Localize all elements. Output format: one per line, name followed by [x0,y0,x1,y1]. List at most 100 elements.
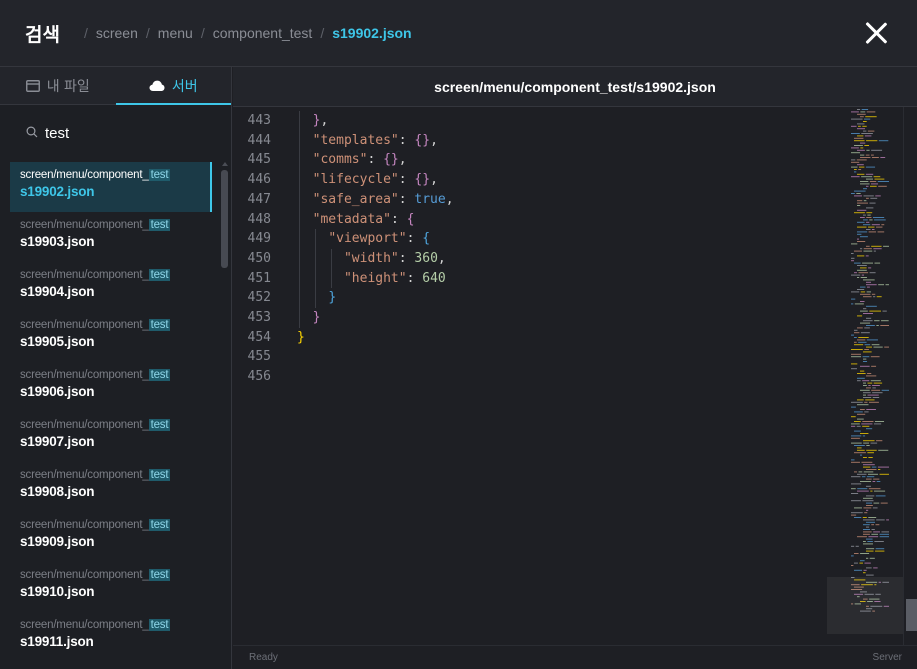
minimap-stroke [871,344,880,346]
scrollbar-thumb[interactable] [221,170,228,268]
minimap-stroke [876,519,885,521]
minimap-stroke [851,500,861,502]
minimap-stroke [868,517,877,518]
list-item[interactable]: screen/menu/component_ test s19907.json [10,412,212,462]
tab-server[interactable]: 서버 [115,67,232,105]
file-name: s19909.json [20,534,95,549]
line-number: 451 [247,270,271,286]
minimap-stroke [876,226,883,228]
list-item[interactable]: screen/menu/component_ test s19902.json [10,162,212,212]
scroll-up-icon[interactable] [222,162,228,166]
minimap-stroke [860,267,867,269]
code-token: {} [383,152,399,168]
minimap-preview [851,109,889,612]
code-token: , [445,191,454,207]
search-input[interactable] [45,125,215,142]
minimap-stroke [862,517,867,518]
list-item[interactable]: screen/menu/component_ test s19910.json [10,562,212,612]
code-line: 446 "lifecycle": {}, [233,170,833,190]
minimap-stroke [870,490,873,492]
minimap-stroke [867,541,873,542]
code-token: , [430,172,438,188]
minimap-stroke [857,149,865,151]
minimap-stroke [871,529,875,530]
minimap-stroke [857,399,864,401]
minimap-stroke [851,260,855,262]
list-item[interactable]: screen/menu/component_ test s19904.json [10,262,212,312]
minimap-stroke [870,356,880,358]
minimap-stroke [863,296,872,298]
list-item[interactable]: screen/menu/component_ test s19908.json [10,462,212,512]
minimap-stroke [866,550,874,552]
tab-my-files[interactable]: 내 파일 [0,67,116,104]
connection-status: Server [872,652,902,663]
minimap-stroke [857,536,867,538]
minimap-stroke [881,389,889,391]
minimap-stroke [875,524,880,526]
minimap-stroke [860,217,865,218]
search-highlight: test [148,369,171,381]
breadcrumb-item[interactable]: component_test [213,25,313,41]
breadcrumb-item[interactable]: menu [158,25,193,41]
editor-scrollbar[interactable] [903,107,917,645]
code-token: "viewport" [328,231,407,247]
minimap-stroke [854,337,857,338]
list-item[interactable]: screen/menu/component_ test s19909.json [10,512,212,562]
minimap-stroke [872,507,878,509]
list-item[interactable]: screen/menu/component_ test s19906.json [10,362,212,412]
minimap-stroke [868,385,871,386]
close-icon[interactable] [863,20,889,46]
file-path-text: screen/menu/component_ [20,519,149,531]
list-item[interactable]: screen/menu/component_ test s19911.json [10,612,212,662]
minimap-stroke [854,303,864,305]
minimap[interactable] [827,107,903,645]
minimap-stroke [870,380,881,382]
file-path: screen/menu/component_ test [20,369,202,381]
minimap-stroke [869,181,877,182]
minimap-stroke [854,341,857,343]
file-name: s19907.json [20,434,95,449]
minimap-stroke [866,502,873,504]
minimap-stroke [866,548,875,550]
sidebar-scrollbar[interactable] [221,162,228,669]
minimap-stroke [872,481,876,482]
minimap-stroke [864,401,868,403]
minimap-stroke [876,325,879,326]
sidebar-tabs: 내 파일 서버 [0,67,231,105]
code-token: , [398,152,407,168]
code-editor[interactable]: 443 }, 444 "templates": {}, 445 "comms": {… [233,107,917,645]
minimap-stroke [883,245,889,247]
line-number: 453 [247,310,271,325]
minimap-stroke [857,123,865,125]
minimap-stroke [860,157,871,158]
code-line: 456 [233,367,833,387]
search-highlight: test [148,519,171,531]
code-token: "metadata" [312,211,391,227]
minimap-stroke [873,478,880,480]
minimap-stroke [851,147,859,149]
list-item[interactable]: screen/menu/component_ test s19903.json [10,212,212,262]
code-token: : [406,231,423,247]
minimap-stroke [857,339,866,341]
minimap-stroke [857,490,869,492]
list-item[interactable]: screen/menu/component_ test s19905.json [10,312,212,362]
minimap-viewport[interactable] [827,577,903,634]
minimap-stroke [874,490,886,492]
code-token: : [398,132,415,148]
minimap-stroke [866,449,877,451]
minimap-stroke [866,185,869,187]
minimap-stroke [862,425,870,427]
code-token: : [398,191,415,207]
minimap-stroke [864,349,869,350]
minimap-stroke [873,382,883,384]
breadcrumb-item[interactable]: screen [96,25,138,41]
code-token: : [398,250,415,266]
minimap-stroke [870,442,878,444]
minimap-stroke [876,481,881,482]
minimap-stroke [881,320,889,322]
scrollbar-thumb[interactable] [906,599,917,631]
minimap-stroke [864,118,871,120]
minimap-stroke [860,291,866,293]
minimap-stroke [866,495,875,497]
minimap-stroke [884,346,889,348]
